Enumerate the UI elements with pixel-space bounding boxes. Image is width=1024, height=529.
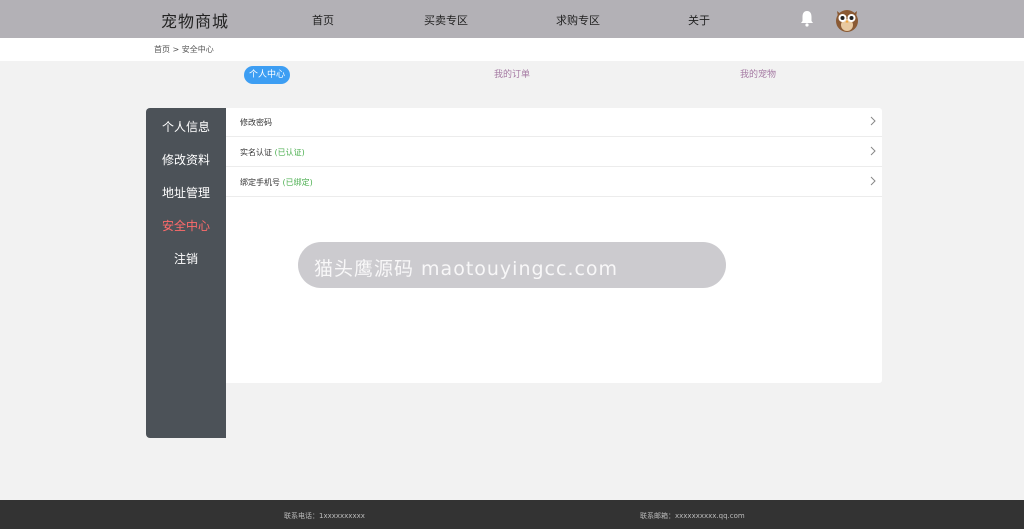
row-title: 绑定手机号	[240, 178, 280, 187]
sidebar-item-label: 个人信息	[161, 120, 210, 134]
sidebar-item-security[interactable]: 安全中心	[146, 217, 226, 234]
chevron-right-icon	[870, 176, 876, 186]
owl-avatar-icon[interactable]	[833, 5, 861, 33]
breadcrumb-separator: >	[172, 45, 180, 54]
nav-home[interactable]: 首页	[312, 12, 334, 28]
row-status: (已绑定)	[282, 178, 313, 187]
sidebar-item-logout[interactable]: 注销	[146, 250, 226, 267]
row-title: 实名认证	[240, 148, 272, 157]
row-label: 修改密码	[240, 117, 272, 128]
breadcrumb-bar: 首页 > 安全中心	[0, 38, 1024, 61]
nav-wanted-zone[interactable]: 求购专区	[556, 12, 600, 28]
sidebar-item-label: 地址管理	[161, 186, 210, 200]
footer: 联系电话：1xxxxxxxxxx 联系邮箱：xxxxxxxxxx.qq.com	[0, 500, 1024, 529]
chevron-right-icon	[870, 116, 876, 126]
watermark-overlay: 猫头鹰源码 maotouyingcc.com	[298, 242, 726, 288]
bell-icon[interactable]	[799, 10, 815, 27]
breadcrumb-home[interactable]: 首页	[154, 45, 170, 54]
nav-trade-zone[interactable]: 买卖专区	[424, 12, 468, 28]
tab-personal-center[interactable]: 个人中心	[244, 66, 291, 84]
sidebar: 个人信息 修改资料 地址管理 安全中心 注销	[146, 108, 226, 438]
tab-my-orders[interactable]: 我的订单	[494, 66, 530, 84]
footer-email: 联系邮箱：xxxxxxxxxx.qq.com	[640, 512, 745, 520]
breadcrumb-current: 安全中心	[181, 45, 214, 54]
site-logo[interactable]: 宠物商城	[161, 8, 229, 32]
row-title: 修改密码	[240, 118, 272, 127]
watermark-text: 猫头鹰源码 maotouyingcc.com	[314, 258, 619, 280]
row-label: 实名认证 (已认证)	[240, 147, 305, 158]
sidebar-item-label: 修改资料	[161, 153, 210, 167]
sidebar-item-profile[interactable]: 个人信息	[146, 118, 226, 135]
sidebar-item-label: 注销	[173, 252, 198, 266]
chevron-right-icon	[870, 146, 876, 156]
security-row-real-name[interactable]: 实名认证 (已认证)	[226, 138, 882, 167]
sidebar-item-address[interactable]: 地址管理	[146, 184, 226, 201]
row-status: (已认证)	[274, 148, 305, 157]
sidebar-item-edit-profile[interactable]: 修改资料	[146, 151, 226, 168]
security-row-change-password[interactable]: 修改密码	[226, 108, 882, 137]
tab-my-pets[interactable]: 我的宠物	[740, 66, 776, 84]
security-row-bind-phone[interactable]: 绑定手机号 (已绑定)	[226, 168, 882, 197]
sidebar-item-label: 安全中心	[161, 219, 210, 233]
nav-about[interactable]: 关于	[688, 12, 710, 28]
top-nav-bar: 宠物商城 首页 买卖专区 求购专区 关于	[0, 0, 1024, 38]
row-label: 绑定手机号 (已绑定)	[240, 177, 313, 188]
breadcrumb: 首页 > 安全中心	[154, 44, 214, 55]
footer-phone: 联系电话：1xxxxxxxxxx	[284, 512, 365, 520]
